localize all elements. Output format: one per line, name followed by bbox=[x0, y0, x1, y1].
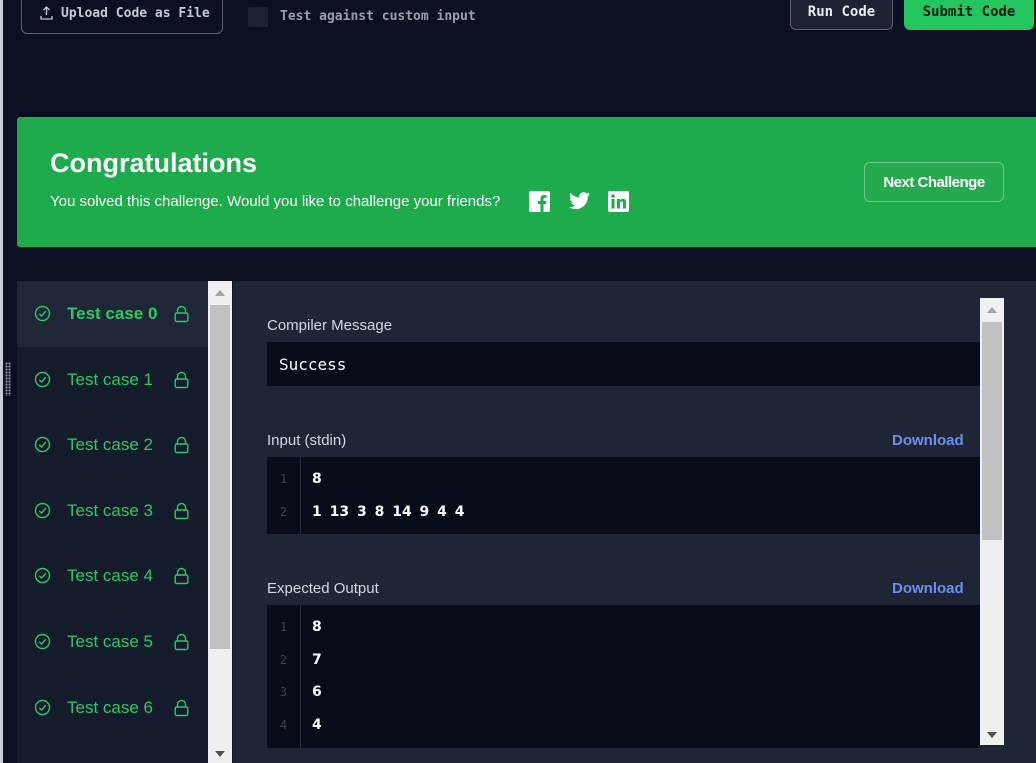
scroll-down-arrow-icon[interactable] bbox=[215, 751, 225, 757]
line-number: 2 bbox=[279, 505, 288, 519]
line-number: 2 bbox=[279, 652, 288, 667]
test-case-label: Test case 4 bbox=[67, 566, 153, 586]
lock-icon bbox=[174, 502, 189, 520]
twitter-icon[interactable] bbox=[568, 191, 591, 212]
line-text: 7 bbox=[312, 651, 322, 668]
check-circle-icon bbox=[34, 305, 51, 322]
scroll-up-arrow-icon[interactable] bbox=[215, 290, 225, 296]
lock-icon bbox=[174, 305, 189, 323]
test-case-item[interactable]: Test case 3 bbox=[17, 478, 208, 544]
check-circle-icon bbox=[34, 502, 51, 519]
line-text: 8 bbox=[312, 619, 322, 635]
submit-code-button[interactable]: Submit Code bbox=[904, 0, 1034, 30]
lock-icon bbox=[174, 371, 189, 389]
banner-message: You solved this challenge. Would you lik… bbox=[50, 193, 501, 210]
test-case-scrollbar[interactable] bbox=[208, 281, 232, 763]
test-case-item[interactable]: Test case 1 bbox=[17, 347, 208, 413]
scrollbar-thumb[interactable] bbox=[982, 322, 1002, 540]
line-number: 4 bbox=[279, 717, 288, 732]
next-challenge-button[interactable]: Next Challenge bbox=[864, 162, 1004, 202]
test-case-label: Test case 3 bbox=[67, 500, 153, 520]
compiler-message-text: Success bbox=[279, 354, 347, 374]
compiler-message-label: Compiler Message bbox=[267, 317, 393, 334]
custom-input-label: Test against custom input bbox=[280, 9, 476, 24]
line-text: 1 13 3 8 14 9 4 4 bbox=[312, 504, 465, 520]
scroll-up-arrow-icon[interactable] bbox=[987, 307, 997, 313]
linkedin-icon[interactable] bbox=[608, 191, 629, 212]
test-case-label: Test case 5 bbox=[67, 632, 153, 651]
test-case-label: Test case 2 bbox=[67, 435, 153, 455]
line-number: 3 bbox=[279, 685, 288, 699]
custom-input-checkbox[interactable] bbox=[248, 7, 268, 27]
check-circle-icon bbox=[34, 436, 51, 453]
congratulations-banner: Congratulations You solved this challeng… bbox=[17, 117, 1036, 247]
lock-icon bbox=[174, 633, 189, 651]
code-line: 36 bbox=[267, 682, 322, 702]
lock-icon bbox=[174, 436, 189, 454]
line-number: 1 bbox=[279, 472, 288, 486]
test-case-item[interactable]: Test case 6 bbox=[17, 675, 208, 741]
test-case-item[interactable]: Test case 2 bbox=[17, 412, 208, 478]
test-case-label: Test case 1 bbox=[67, 369, 153, 389]
scrollbar-thumb[interactable] bbox=[210, 305, 230, 649]
test-case-item[interactable]: Test case 4 bbox=[17, 543, 208, 609]
expected-output-code-box: 18273644 bbox=[267, 605, 980, 748]
code-line: 18 bbox=[267, 617, 322, 637]
code-line: 27 bbox=[267, 650, 322, 670]
test-case-label: Test case 6 bbox=[67, 697, 153, 717]
line-number: 1 bbox=[279, 620, 288, 634]
results-panel: Compiler Message Success Input (stdin) D… bbox=[233, 281, 1036, 763]
resize-grip-icon[interactable] bbox=[5, 362, 11, 396]
check-circle-icon bbox=[34, 699, 51, 716]
code-line: 44 bbox=[267, 715, 322, 735]
input-code-box: 1821 13 3 8 14 9 4 4 bbox=[267, 457, 980, 534]
compiler-message-box: Success bbox=[267, 342, 980, 386]
scroll-down-arrow-icon[interactable] bbox=[987, 732, 997, 738]
input-download-link[interactable]: Download bbox=[892, 432, 964, 449]
banner-title: Congratulations bbox=[50, 148, 257, 178]
lock-icon bbox=[174, 567, 189, 585]
window-edge bbox=[0, 0, 3, 763]
code-line: 2 1 13 3 8 14 9 4 4 bbox=[267, 502, 465, 522]
test-case-item[interactable]: Test case 5 bbox=[17, 609, 208, 675]
check-circle-icon bbox=[34, 633, 51, 650]
test-case-item[interactable]: Test case 0 bbox=[17, 281, 208, 347]
input-label: Input (stdin) bbox=[267, 432, 347, 449]
code-line: 18 bbox=[267, 469, 322, 489]
line-text: 4 bbox=[312, 716, 322, 733]
expected-download-link[interactable]: Download bbox=[892, 580, 964, 597]
check-circle-icon bbox=[34, 567, 51, 584]
run-code-button[interactable]: Run Code bbox=[790, 0, 893, 30]
check-circle-icon bbox=[34, 371, 51, 388]
upload-code-button[interactable]: Upload Code as File bbox=[21, 0, 223, 34]
line-text: 8 bbox=[312, 471, 322, 487]
line-text: 6 bbox=[312, 684, 322, 700]
facebook-icon[interactable] bbox=[529, 191, 550, 212]
results-scrollbar[interactable] bbox=[980, 298, 1004, 745]
lock-icon bbox=[174, 699, 189, 717]
expected-output-label: Expected Output bbox=[267, 580, 379, 597]
test-case-label: Test case 0 bbox=[67, 304, 158, 323]
test-case-list: Test case 0 Test case 1 Test case 2 Test ca… bbox=[17, 281, 208, 763]
upload-code-label: Upload Code as File bbox=[61, 5, 210, 21]
upload-icon bbox=[40, 6, 53, 20]
